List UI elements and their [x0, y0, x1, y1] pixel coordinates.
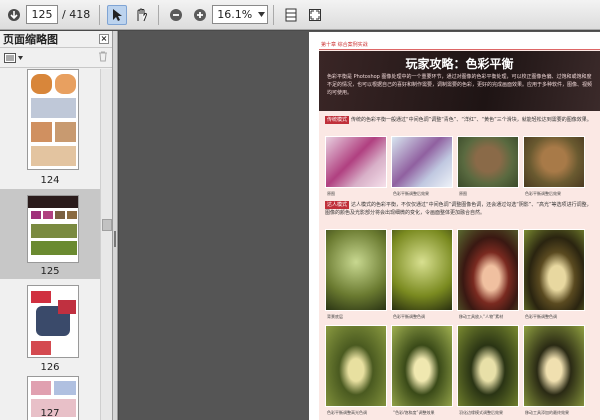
chevron-down-icon [258, 12, 266, 17]
photo-woman-original [457, 229, 519, 311]
thumbnail-page-126[interactable]: 126 [0, 281, 100, 376]
toolbar-separator [99, 4, 101, 25]
thumbnail-label: 126 [40, 362, 60, 373]
fit-page-icon [309, 8, 322, 21]
image-row-3 [325, 325, 585, 407]
fit-page-button[interactable] [305, 5, 325, 25]
thumbnail-page-125[interactable]: 125 [0, 189, 100, 279]
document-view[interactable]: 第十章 综合案例实战 玩家攻略：色彩平衡 色彩平衡是 Photoshop 图像处… [119, 31, 600, 420]
photo-background-adjusted [391, 229, 453, 311]
chevron-down-icon [18, 55, 23, 60]
section-tag: 传统模式 [325, 116, 350, 124]
zoom-in-button[interactable] [190, 5, 210, 25]
thumbnail-label-127: 127 [40, 408, 60, 419]
plus-circle-icon [194, 8, 207, 21]
zoom-level-select[interactable]: 16.1% [212, 5, 269, 24]
image-row-2 [325, 229, 585, 311]
photo-feather-adjusted [457, 325, 519, 407]
minus-circle-icon [170, 8, 183, 21]
section-tag: 达人模式 [325, 201, 350, 209]
page-total: / 418 [62, 8, 91, 21]
caption: 移动工具放入“人物”素材 [459, 314, 504, 319]
photo-highlight-adjusted [325, 325, 387, 407]
caption: 原图 [327, 191, 335, 196]
hand-icon [137, 8, 148, 21]
caption: 色彩平衡调整后效果 [525, 191, 561, 196]
section-text: 传统的色彩平衡一般通过“中间色调”调整“青色”、“洋红”、“黄色”三个滑块，就能… [351, 117, 592, 123]
caption: 色彩平衡调整后效果 [393, 191, 429, 196]
fit-width-button[interactable] [281, 5, 301, 25]
delete-page-button[interactable] [98, 51, 108, 65]
close-panel-button[interactable]: × [99, 34, 109, 44]
section-expert: 达人模式 达人模式的色彩平衡，不仅仅通过“中间色调”调整图像色调，还会通过勾选“阴… [325, 201, 595, 217]
arrow-down-circle-icon [8, 8, 20, 21]
caption: 色彩平衡调整高光色调 [327, 410, 367, 415]
photo-saturation-adjusted [391, 325, 453, 407]
caption: 背景底层 [327, 314, 343, 319]
toolbar-separator [158, 4, 160, 25]
trash-icon [99, 51, 107, 61]
photo-background-layer [325, 229, 387, 311]
intro-text: 色彩平衡是 Photoshop 图像处理中的一个重要环节，通过对图像的色彩平衡处… [327, 74, 593, 96]
page-header-rule: 第十章 综合案例实战 [319, 42, 600, 50]
page-thumbnails-panel: 页面缩略图 × 124 125 126 [0, 31, 113, 420]
select-tool-button[interactable] [107, 4, 128, 25]
section-text: 达人模式的色彩平衡，不仅仅通过“中间色调”调整图像色调，还会通过勾选“阴影”、“… [325, 202, 592, 216]
toolbar: 125 / 418 16.1% [0, 0, 600, 30]
thumbnail-label: 125 [40, 266, 60, 277]
caption: 移动工具添加的最终效果 [525, 410, 569, 415]
page-content: 第十章 综合案例实战 玩家攻略：色彩平衡 色彩平衡是 Photoshop 图像处… [319, 42, 600, 420]
thumbnail-scrollbar[interactable] [100, 69, 112, 420]
thumbnail-list[interactable]: 124 125 126 [0, 69, 100, 420]
caption: “色彩/饱和度”调整效果 [393, 410, 435, 415]
hand-tool-button[interactable] [131, 5, 151, 25]
photo-hairbrush-adjusted [391, 136, 453, 188]
thumbnail-image [27, 285, 79, 358]
splitter-grip[interactable] [114, 231, 116, 247]
zoom-level-value: 16.1% [217, 8, 253, 21]
page-number-input[interactable]: 125 [26, 5, 58, 24]
toolbar-separator [273, 4, 275, 25]
list-options-icon [4, 52, 16, 63]
thumbnail-label: 124 [40, 175, 60, 186]
caption: 羽化边缘模式调整后效果 [459, 410, 503, 415]
panel-header: 页面缩略图 × [0, 31, 112, 48]
caption: 原图 [459, 191, 467, 196]
fit-width-icon [285, 8, 297, 21]
photo-teddy-original [457, 136, 519, 188]
section-traditional: 传统模式 传统的色彩平衡一般通过“中间色调”调整“青色”、“洋红”、“黄色”三个滑… [325, 116, 595, 124]
hero-banner: 玩家攻略：色彩平衡 色彩平衡是 Photoshop 图像处理中的一个重要环节，通… [319, 51, 600, 111]
panel-title: 页面缩略图 [3, 33, 58, 46]
zoom-out-button[interactable] [166, 5, 186, 25]
caption: 色彩平衡调整色调 [525, 314, 557, 319]
previous-page-button[interactable] [4, 5, 24, 25]
thumbnail-image [27, 195, 79, 263]
options-menu-button[interactable] [4, 52, 23, 63]
thumbnail-page-124[interactable]: 124 [0, 69, 100, 189]
photo-woman-adjusted [523, 229, 585, 311]
photo-hairbrush-original [325, 136, 387, 188]
photo-final-result [523, 325, 585, 407]
scrollbar-thumb[interactable] [102, 219, 112, 231]
image-row-1 [325, 136, 585, 188]
photo-teddy-adjusted [523, 136, 585, 188]
cursor-arrow-icon [113, 8, 123, 21]
panel-splitter[interactable] [113, 31, 118, 420]
caption: 色彩平衡调整色调 [393, 314, 425, 319]
document-page: 第十章 综合案例实战 玩家攻略：色彩平衡 色彩平衡是 Photoshop 图像处… [309, 32, 600, 420]
panel-toolbar [0, 48, 112, 68]
thumbnail-image [27, 69, 79, 170]
page-title: 玩家攻略：色彩平衡 [405, 57, 514, 71]
